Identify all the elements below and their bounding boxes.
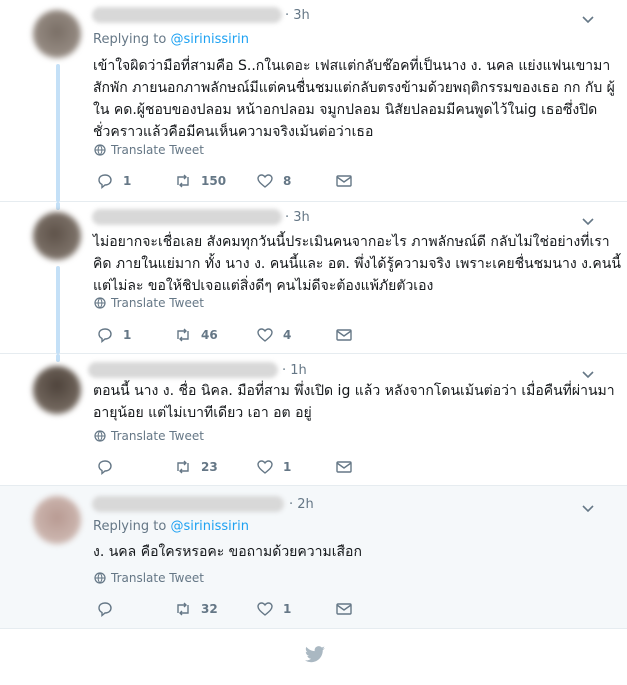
thread-line [56,354,60,362]
retweet-button[interactable]: 150 [174,172,226,190]
message-button[interactable] [335,600,353,618]
author-name[interactable] [92,496,284,512]
tweet-text: ตอนนี้ นาง ง. ชื่อ นิคล. มือที่สาม พึ่งเ… [93,383,615,421]
thread-line [56,202,60,210]
envelope-icon [336,603,352,615]
tweet-text: ง. นคล คือใครหรอคะ ขอถามด้วยความเสือก [93,544,362,560]
thread-line [56,266,60,354]
avatar[interactable] [33,366,81,414]
chevron-down-icon[interactable] [580,213,596,229]
translate-tweet-link[interactable]: Translate Tweet [94,429,204,443]
globe-icon [94,430,106,442]
author-name[interactable] [92,209,282,225]
replying-to: Replying to @sirinissirin [93,32,249,47]
chevron-down-icon[interactable] [580,11,596,27]
tweet-time[interactable]: · 3h [285,8,310,23]
retweet-icon [177,174,189,188]
tweet-text: เข้าใจผิดว่ามือที่สามคือ S..กในเดอะ เฟสแ… [93,58,615,140]
heart-icon [257,460,273,474]
retweet-button[interactable]: 32 [174,600,218,618]
avatar[interactable] [33,212,81,260]
translate-tweet-link[interactable]: Translate Tweet [94,143,204,157]
reply-handle-link[interactable]: @sirinissirin [170,519,249,534]
avatar[interactable] [33,496,81,544]
message-button[interactable] [335,326,353,344]
translate-tweet-link[interactable]: Translate Tweet [94,571,204,585]
tweet-text: ไม่อยากจะเชื่อเลย สังคมทุกวันนี้ประเมินค… [93,234,621,294]
tweet-time[interactable]: · 2h [289,497,314,512]
reply-icon [98,328,112,343]
globe-icon [94,144,106,156]
envelope-icon [336,175,352,187]
like-button[interactable]: 1 [256,600,291,618]
retweet-icon [177,602,189,616]
like-button[interactable]: 4 [256,326,291,344]
reply-button[interactable]: 1 [96,172,131,190]
heart-icon [257,602,273,616]
avatar[interactable] [33,10,81,58]
tweet[interactable]: · 2h Replying to @sirinissirin ง. นคล คื… [0,486,627,629]
envelope-icon [336,329,352,341]
replying-to: Replying to @sirinissirin [93,519,249,534]
globe-icon [94,572,106,584]
reply-button[interactable] [96,600,123,618]
reply-icon [98,174,112,189]
envelope-icon [336,461,352,473]
message-button[interactable] [335,172,353,190]
author-name[interactable] [92,7,282,23]
like-button[interactable]: 8 [256,172,291,190]
tweet[interactable]: · 3h Replying to @sirinissirin เข้าใจผิด… [0,0,627,202]
tweet[interactable]: · 3h ไม่อยากจะเชื่อเลย สังคมทุกวันนี้ประ… [0,202,627,354]
message-button[interactable] [335,458,353,476]
tweet-time[interactable]: · 1h [282,363,307,378]
retweet-icon [177,328,189,342]
tweet-time[interactable]: · 3h [285,210,310,225]
reply-icon [98,460,112,475]
reply-button[interactable] [96,458,123,476]
globe-icon [94,297,106,309]
retweet-button[interactable]: 23 [174,458,218,476]
heart-icon [257,174,273,188]
thread-line [56,64,60,202]
chevron-down-icon[interactable] [580,500,596,516]
like-button[interactable]: 1 [256,458,291,476]
author-name[interactable] [88,362,278,378]
reply-handle-link[interactable]: @sirinissirin [170,32,249,47]
heart-icon [257,328,273,342]
twitter-bird-icon [304,646,326,664]
reply-icon [98,602,112,617]
tweet[interactable]: · 1h ตอนนี้ นาง ง. ชื่อ นิคล. มือที่สาม … [0,354,627,486]
retweet-button[interactable]: 46 [174,326,218,344]
reply-button[interactable]: 1 [96,326,131,344]
retweet-icon [177,460,189,474]
translate-tweet-link[interactable]: Translate Tweet [94,296,204,310]
